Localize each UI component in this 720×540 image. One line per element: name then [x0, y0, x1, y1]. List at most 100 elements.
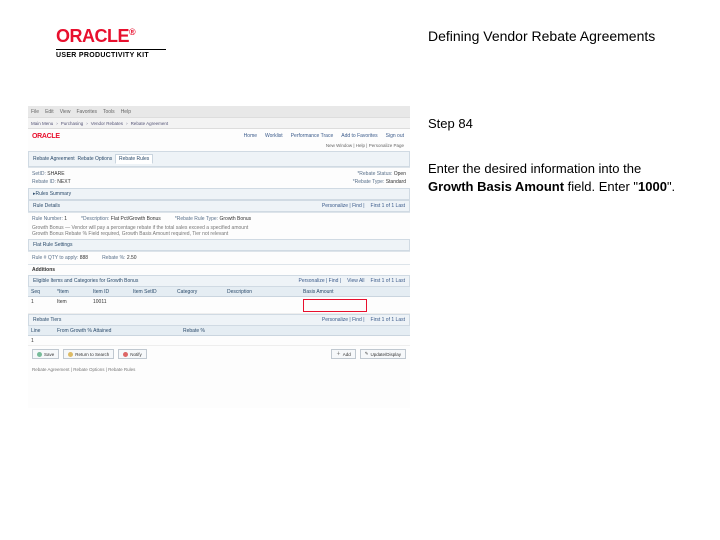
th-desc: Description [224, 287, 300, 296]
th-setid: Item SetID [130, 287, 174, 296]
menu-view[interactable]: View [60, 109, 71, 115]
update-button[interactable]: ✎Update/Display [360, 349, 406, 359]
td-rebate[interactable] [180, 336, 220, 345]
nav-home[interactable]: Home [244, 133, 257, 139]
instruction-mid: field. Enter " [564, 179, 638, 194]
nav-viewall[interactable]: View All [347, 278, 364, 284]
pencil-icon: ✎ [365, 351, 369, 357]
rid-value: NEXT [57, 179, 70, 185]
growth-basis-amount-field[interactable] [300, 297, 370, 313]
footer-links[interactable]: Rebate Agreement | Rebate Options | Reba… [28, 362, 410, 377]
plus-icon: ＋ [336, 351, 341, 357]
instruction-value: 1000 [638, 179, 667, 194]
rules-details-title: Rule Details [33, 203, 60, 209]
additions-subheader: Eligible Items and Categories for Growth… [28, 275, 410, 287]
rid-label: Rebate ID: [32, 179, 56, 185]
return-label: Return to Search [75, 352, 109, 357]
flag-icon [123, 352, 128, 357]
rtype-value[interactable]: Standard [386, 179, 406, 185]
add-label: Add [343, 352, 351, 357]
tab-options[interactable]: Rebate Options [77, 156, 112, 162]
step-label: Step 84 [428, 116, 473, 131]
rules-summary-header[interactable]: ▸ Rules Summary [28, 188, 410, 200]
info-block: SetID: SHARE *Rebate Status: Open Rebate… [28, 167, 410, 188]
th-rebate: Rebate % [180, 326, 220, 335]
rn-value: 1 [64, 216, 67, 222]
breadcrumb: Main Menu › Purchasing › Vendor Rebates … [28, 117, 410, 129]
list-nav: Personalize | Find | First 1 of 1 Last [322, 317, 405, 323]
rules-details-header: Rule Details Personalize | Find | First … [28, 200, 410, 212]
flat-b-label: Rebate %: [102, 255, 125, 261]
tiers-table-header: Line From Growth % Attained Rebate % [28, 326, 410, 336]
crumb-main[interactable]: Main Menu [31, 121, 53, 126]
nav-fav[interactable]: Add to Favorites [341, 133, 377, 139]
brand-rule [56, 49, 166, 50]
menu-tools[interactable]: Tools [103, 109, 115, 115]
nav-signout[interactable]: Sign out [386, 133, 404, 139]
list-nav: Personalize | Find | View All First 1 of… [298, 278, 405, 284]
instruction-lead: Enter the desired information into the [428, 161, 641, 176]
instruction-text: Enter the desired information into the G… [428, 160, 678, 196]
menu-file[interactable]: File [31, 109, 39, 115]
flat-a-value[interactable]: 888 [80, 255, 88, 261]
menu-favorites[interactable]: Favorites [76, 109, 97, 115]
th-seq: Seq [28, 287, 54, 296]
notify-button[interactable]: Notify [118, 349, 147, 359]
td-category[interactable] [174, 297, 224, 313]
tiers-title: Rebate Tiers [33, 317, 61, 323]
nav-range: First 1 of 1 Last [371, 317, 405, 323]
rtype-label: *Rebate Type: [353, 179, 385, 185]
menu-edit[interactable]: Edit [45, 109, 54, 115]
add-button[interactable]: ＋Add [331, 349, 356, 359]
crumb-sep: › [56, 121, 58, 126]
tab-rules[interactable]: Rebate Rules [115, 154, 153, 164]
tab-agreement[interactable]: Rebate Agreement [33, 156, 75, 162]
setid-value: SHARE [47, 171, 64, 177]
nav-find[interactable]: Personalize | Find | [322, 203, 365, 209]
app-navbar: ORACLE Home Worklist Performance Trace A… [28, 129, 410, 143]
save-button[interactable]: Save [32, 349, 59, 359]
nav-trace[interactable]: Performance Trace [291, 133, 334, 139]
td-setid[interactable] [130, 297, 174, 313]
td-growth[interactable] [54, 336, 180, 345]
global-links[interactable]: New Window | Help | Personalize Page [28, 143, 410, 151]
rrt-value[interactable]: Growth Bonus [219, 216, 251, 222]
upk-label: USER PRODUCTIVITY KIT [56, 52, 166, 59]
disk-icon [37, 352, 42, 357]
nav-range: First 1 of 1 Last [371, 203, 405, 209]
nav-find[interactable]: Personalize | Find | [322, 317, 365, 323]
tiers-header: Rebate Tiers Personalize | Find | First … [28, 314, 410, 326]
additions-table-header: Seq *Item Item ID Item SetID Category De… [28, 287, 410, 297]
flat-rule-header: Flat Rule Settings [28, 239, 410, 251]
status-value[interactable]: Open [394, 171, 406, 177]
browser-menubar: File Edit View Favorites Tools Help [28, 106, 410, 117]
nav-find[interactable]: Personalize | Find | [298, 278, 341, 284]
th-itemid: Item ID [90, 287, 130, 296]
search-icon [68, 352, 73, 357]
td-itemid[interactable]: 10011 [90, 297, 130, 313]
additions-title: Additions [28, 264, 410, 275]
crumb-agreement[interactable]: Rebate Agreement [131, 121, 169, 126]
crumb-rebates[interactable]: Vendor Rebates [91, 121, 123, 126]
td-seq: 1 [28, 297, 54, 313]
table-row: 1 Item 10011 [28, 297, 410, 314]
td-desc[interactable] [224, 297, 300, 313]
crumb-purchasing[interactable]: Purchasing [61, 121, 84, 126]
page-tabs: Rebate Agreement Rebate Options Rebate R… [28, 151, 410, 167]
desc-value[interactable]: Flat Pct/Growth Bonus [111, 216, 161, 222]
flat-b-value[interactable]: 2.50 [127, 255, 137, 261]
action-buttons: Save Return to Search Notify ＋Add ✎Updat… [28, 346, 410, 362]
menu-help[interactable]: Help [121, 109, 131, 115]
flat-row: Rule # QTY to apply: 888 Rebate %: 2.50 [28, 251, 410, 264]
crumb-sep: › [126, 121, 128, 126]
td-item[interactable]: Item [54, 297, 90, 313]
nav-range: First 1 of 1 Last [371, 278, 405, 284]
logo-block: ORACLE® USER PRODUCTIVITY KIT [56, 26, 166, 59]
th-item: *Item [54, 287, 90, 296]
rule-row: Rule Number: 1 *Description: Flat Pct/Gr… [28, 212, 410, 239]
nav-worklist[interactable]: Worklist [265, 133, 283, 139]
return-button[interactable]: Return to Search [63, 349, 114, 359]
notify-label: Notify [130, 352, 142, 357]
rrt-label: *Rebate Rule Type: [175, 216, 218, 222]
th-line: Line [28, 326, 54, 335]
